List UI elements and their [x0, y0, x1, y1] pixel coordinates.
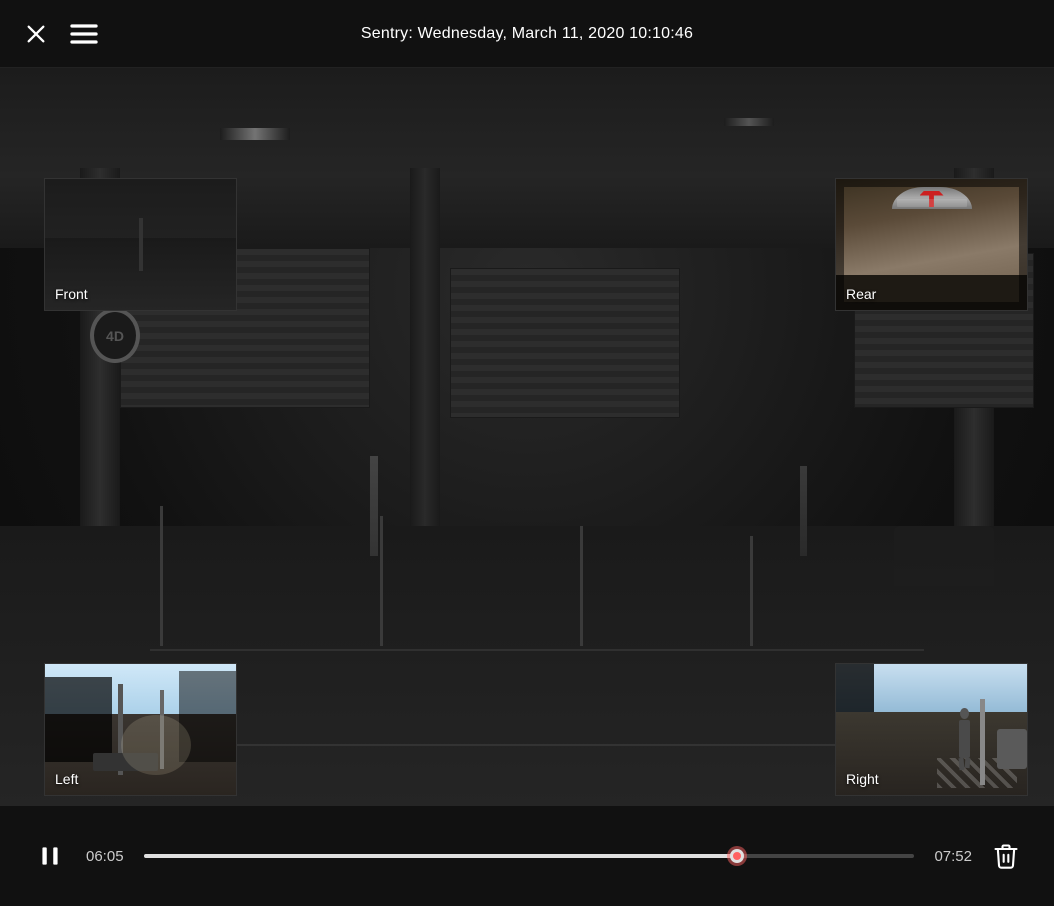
level-sign: 4D [90, 308, 140, 363]
light-left [220, 128, 290, 140]
front-camera-thumbnail[interactable]: Front [44, 178, 237, 311]
close-button[interactable] [20, 18, 52, 50]
bollard-right [800, 466, 807, 556]
progress-thumb[interactable] [730, 849, 744, 863]
right-camera-label: Right [846, 771, 879, 787]
rear-camera-thumbnail[interactable]: Rear [835, 178, 1028, 311]
progress-bar[interactable] [144, 854, 914, 858]
parking-line-3 [580, 526, 583, 646]
rear-camera-label: Rear [846, 286, 876, 302]
parking-line-h1 [150, 649, 924, 651]
main-video-area: 4D Front [0, 68, 1054, 806]
current-time: 06:05 [86, 848, 128, 865]
vehicle-silhouette [894, 526, 994, 586]
parking-line-4 [750, 536, 753, 646]
front-camera-label: Front [55, 286, 88, 302]
delete-button[interactable] [988, 838, 1024, 874]
shutter-2 [450, 268, 680, 418]
controls-bar: 06:05 07:52 [0, 806, 1054, 906]
parking-line-2 [380, 516, 383, 646]
light-right [724, 118, 774, 126]
right-camera-thumbnail[interactable]: Right [835, 663, 1028, 796]
parking-line-1 [160, 506, 163, 646]
progress-fill [144, 854, 737, 858]
total-time: 07:52 [930, 848, 972, 865]
pause-button[interactable] [30, 836, 70, 876]
menu-button[interactable] [68, 18, 100, 50]
top-bar: Sentry: Wednesday, March 11, 2020 10:10:… [0, 0, 1054, 68]
bollard-center [370, 456, 378, 556]
left-camera-label: Left [55, 771, 78, 787]
left-camera-thumbnail[interactable]: Left [44, 663, 237, 796]
video-title: Sentry: Wednesday, March 11, 2020 10:10:… [361, 25, 693, 43]
